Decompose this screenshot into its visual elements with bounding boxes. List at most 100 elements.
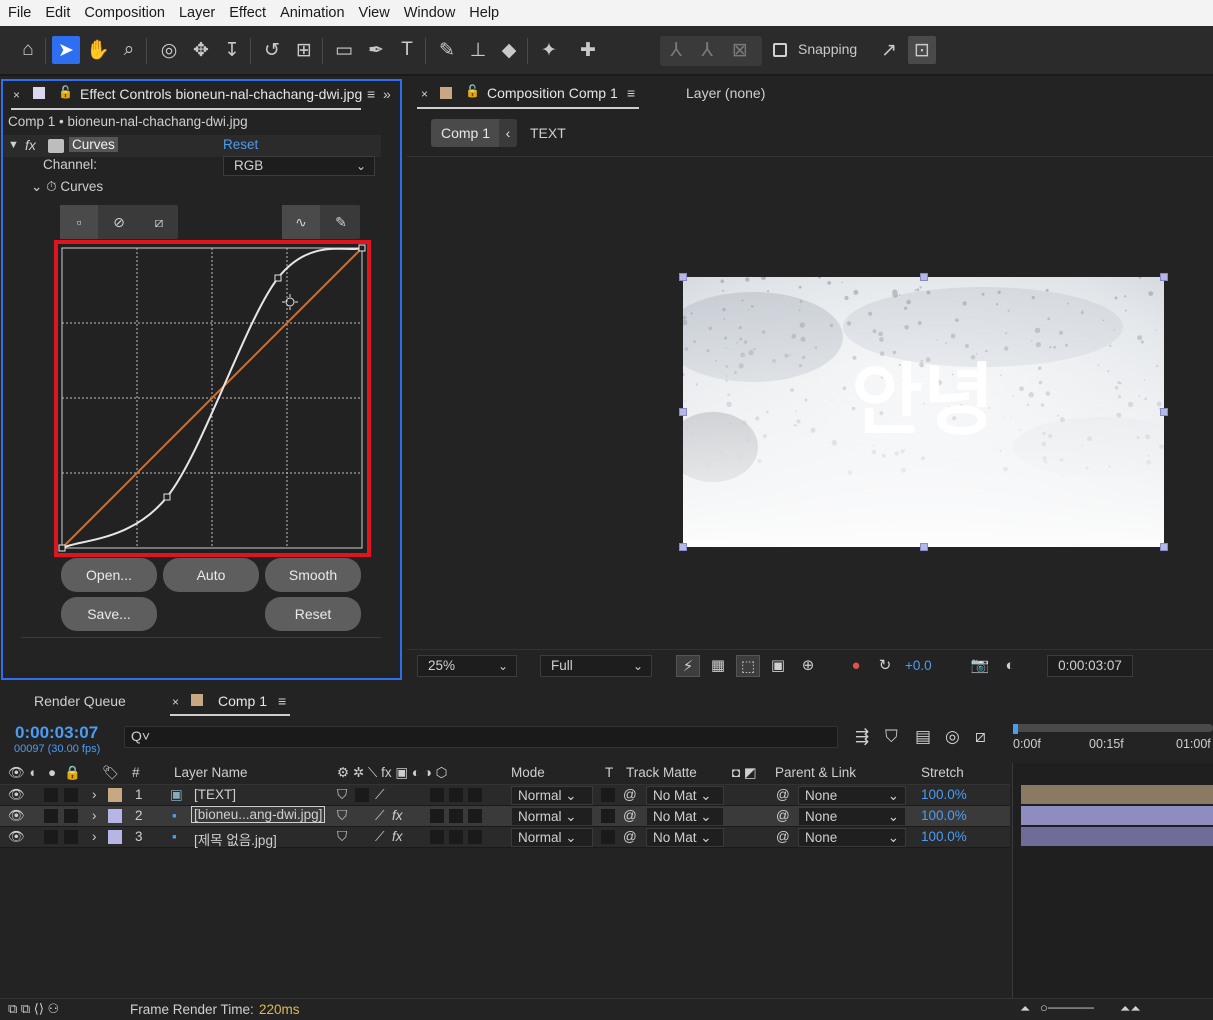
chevron-right-icon[interactable]: ›	[92, 829, 97, 844]
layer-label-color[interactable]	[108, 788, 122, 802]
work-area-bar[interactable]	[1013, 724, 1213, 732]
layer-label-color[interactable]	[108, 809, 122, 823]
auto-button[interactable]: Auto	[163, 558, 259, 592]
chevron-right-icon[interactable]: ›	[92, 787, 97, 802]
layer-row[interactable]: 👁 › 1 ▣ [TEXT] ⛉ ⟋ Normal ⌄ @ No Mat ⌄ @…	[0, 785, 1010, 806]
panel-overflow-icon[interactable]: »	[383, 86, 391, 102]
motion-blur-icon[interactable]: ◎	[945, 727, 960, 747]
fx-switch-icon[interactable]: fx	[392, 808, 403, 823]
dolly-camera-icon[interactable]: ↧	[218, 36, 246, 64]
shy-switch-icon[interactable]: ⛉	[337, 787, 347, 803]
solo-toggle[interactable]	[44, 788, 58, 802]
parent-pickwhip-icon[interactable]: @	[776, 787, 790, 802]
layer-bar-footage[interactable]	[1021, 806, 1213, 825]
curves-graph[interactable]	[58, 244, 367, 553]
playhead-marker[interactable]	[1013, 724, 1018, 734]
layer-name[interactable]: [제목 없음.jpg]	[194, 829, 277, 849]
chevron-down-icon[interactable]: ▼	[8, 139, 19, 151]
pan-behind-icon[interactable]: ⊞	[290, 36, 318, 64]
matte-pickwhip-icon[interactable]: @	[623, 787, 637, 802]
current-time-display[interactable]: 0:00:03:07	[1047, 655, 1133, 677]
switch-box[interactable]	[430, 809, 444, 823]
composition-tab[interactable]: Composition Comp 1	[487, 85, 618, 101]
layer-name[interactable]: [bioneu...ang-dwi.jpg]	[191, 806, 326, 823]
hand-tool-icon[interactable]: ✋	[84, 36, 112, 64]
transform-handle[interactable]	[920, 543, 928, 551]
eye-icon[interactable]: 👁	[8, 808, 25, 824]
magnification-select[interactable]: 25% ⌄	[417, 655, 517, 677]
graph-editor-icon[interactable]: ⧄	[975, 727, 986, 747]
preserve-transparency-box[interactable]	[601, 809, 615, 823]
close-icon[interactable]: ×	[421, 87, 428, 101]
transform-handle[interactable]	[679, 543, 687, 551]
snap-features-icon[interactable]: ⊡	[908, 36, 936, 64]
curve-control-point[interactable]	[163, 493, 171, 501]
eye-icon[interactable]: 👁	[8, 787, 25, 803]
time-ruler[interactable]: 0:00f 00:15f 01:00f	[1013, 724, 1213, 764]
track-matte-select[interactable]: No Mat ⌄	[646, 807, 724, 826]
snap-options-icon[interactable]: ↗	[875, 36, 903, 64]
track-matte-select[interactable]: No Mat ⌄	[646, 828, 724, 847]
mask-visibility-icon[interactable]: ⬚	[736, 655, 760, 677]
switch-box[interactable]	[468, 809, 482, 823]
layer-row[interactable]: 👁 › 3 ▪ [제목 없음.jpg] ⛉ ⟋ fx Normal ⌄ @ No…	[0, 827, 1010, 848]
pen-tool-icon[interactable]: ✒	[362, 36, 390, 64]
shy-layers-icon[interactable]: ⛉	[885, 727, 898, 747]
parent-pickwhip-icon[interactable]: @	[776, 808, 790, 823]
zoom-in-icon[interactable]: ⏶⏶	[1120, 1001, 1141, 1017]
matte-pickwhip-icon[interactable]: @	[623, 808, 637, 823]
reset-link[interactable]: Reset	[223, 137, 258, 152]
home-icon[interactable]: ⌂	[14, 36, 42, 64]
panel-menu-icon[interactable]: ≡	[278, 693, 286, 709]
current-time[interactable]: 0:00:03:07	[15, 723, 98, 743]
guides-grid-icon[interactable]: ⊕	[796, 655, 820, 677]
blend-mode-select[interactable]: Normal ⌄	[511, 786, 593, 805]
resolution-select[interactable]: Full ⌄	[540, 655, 652, 677]
switch-box[interactable]	[468, 788, 482, 802]
comp-flowchart-icon[interactable]: ⇶	[855, 727, 869, 747]
stretch-value[interactable]: 100.0%	[921, 787, 967, 802]
menu-file[interactable]: File	[8, 5, 31, 21]
switch-box[interactable]	[449, 830, 463, 844]
zoom-slider[interactable]: ○─────	[1040, 1000, 1094, 1015]
exposure-value[interactable]: +0.0	[905, 658, 932, 673]
bezier-curve-icon[interactable]: ∿	[282, 205, 320, 239]
transform-handle[interactable]	[1160, 408, 1168, 416]
close-icon[interactable]: ×	[13, 88, 20, 102]
chevron-down-icon[interactable]: ⌄	[31, 179, 42, 194]
transform-handle[interactable]	[1160, 273, 1168, 281]
transparency-grid-icon[interactable]: ▦	[706, 655, 730, 677]
matte-pickwhip-icon[interactable]: @	[623, 829, 637, 844]
preserve-transparency-box[interactable]	[601, 830, 615, 844]
save-button[interactable]: Save...	[61, 597, 157, 631]
quality-slash-icon[interactable]: ⟋	[375, 829, 384, 845]
quality-slash-icon[interactable]: ⟋	[375, 787, 384, 803]
layer-label-color[interactable]	[108, 830, 122, 844]
view-axis-icon[interactable]: ⊠	[726, 36, 754, 64]
stretch-value[interactable]: 100.0%	[921, 829, 967, 844]
comp-timeline-tab[interactable]: Comp 1	[218, 693, 267, 709]
solo-toggle[interactable]	[44, 830, 58, 844]
type-tool-icon[interactable]: T	[393, 36, 421, 64]
local-axis-icon[interactable]: ⅄	[662, 36, 690, 64]
stopwatch-icon[interactable]: ⏱	[46, 179, 57, 194]
stretch-value[interactable]: 100.0%	[921, 808, 967, 823]
region-of-interest-icon[interactable]: ▣	[766, 655, 790, 677]
fx-switch-icon[interactable]: fx	[392, 829, 403, 844]
lock-toggle[interactable]	[64, 809, 78, 823]
layer-bar-text[interactable]	[1021, 785, 1213, 804]
snapshot-camera-icon[interactable]: 📷	[968, 655, 992, 677]
parent-pickwhip-icon[interactable]: @	[776, 829, 790, 844]
frame-blending-icon[interactable]: ▤	[915, 727, 931, 747]
reset-button[interactable]: Reset	[265, 597, 361, 631]
parent-select[interactable]: None ⌄	[798, 786, 906, 805]
puppet-pin-icon[interactable]: ✚	[574, 36, 602, 64]
clone-stamp-icon[interactable]: ⊥	[464, 36, 492, 64]
large-graph-icon[interactable]: ⧄	[140, 205, 178, 239]
switch-box[interactable]	[430, 788, 444, 802]
menu-composition[interactable]: Composition	[84, 5, 165, 21]
menu-help[interactable]: Help	[469, 5, 499, 21]
parent-select[interactable]: None ⌄	[798, 828, 906, 847]
close-icon[interactable]: ×	[172, 695, 179, 709]
curve-control-point[interactable]	[58, 544, 66, 552]
